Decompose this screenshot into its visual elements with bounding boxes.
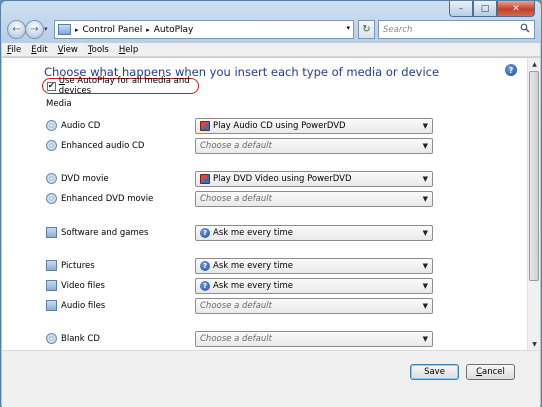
autoplay-action-dropdown[interactable]: Choose a default ▼ [195,298,433,314]
media-type-row: Software and games? Ask me every time ▼ [2,224,527,242]
media-type-row: Enhanced DVD movie Choose a default ▼ [2,190,527,208]
menu-bar: File Edit View Tools Help [2,43,540,57]
dropdown-arrow-icon[interactable]: ▼ [423,302,428,310]
use-autoplay-label[interactable]: Use AutoPlay for all media and devices [59,76,198,96]
dropdown-arrow-icon[interactable]: ▼ [423,282,428,290]
dropdown-selected-value: Choose a default [200,141,272,151]
address-dropdown-icon[interactable]: ▾ [346,24,350,32]
media-type-row: Enhanced audio CD Choose a default ▼ [2,137,527,155]
dropdown-arrow-icon[interactable]: ▼ [423,335,428,343]
dropdown-selected-value: Play DVD Video using PowerDVD [213,174,352,184]
dropdown-selected-value: Choose a default [200,334,272,344]
menu-tools[interactable]: Tools [83,45,114,55]
dropdown-arrow-icon[interactable]: ▼ [423,229,428,237]
search-input[interactable]: Search [383,25,412,35]
cancel-button[interactable]: Cancel [466,364,515,380]
dropdown-selected-value: Choose a default [200,301,272,311]
dropdown-arrow-icon[interactable]: ▼ [423,175,428,183]
breadcrumb-separator: ▸ [146,25,150,34]
enhanced-dvd-movie-icon [46,193,57,204]
navigation-bar: ← → ▾ ▸ Control Panel ▸ AutoPlay ▾ ↻ Sea… [5,19,535,41]
media-type-label: Software and games [61,228,149,238]
autoplay-action-dropdown[interactable]: Choose a default ▼ [195,331,433,347]
refresh-button[interactable]: ↻ [358,20,375,39]
media-type-row: Video files? Ask me every time ▼ [2,277,527,295]
dropdown-arrow-icon[interactable]: ▼ [423,262,428,270]
dropdown-selected-value: Ask me every time [213,261,293,271]
media-type-row: DVD movie Play DVD Video using PowerDVD ▼ [2,170,527,188]
software-games-icon [46,227,57,238]
autoplay-action-dropdown[interactable]: Play Audio CD using PowerDVD ▼ [195,118,433,134]
autoplay-action-dropdown[interactable]: ? Ask me every time ▼ [195,278,433,294]
autoplay-settings-list: Choose what happens when you insert each… [2,58,527,350]
save-button[interactable]: Save [410,364,459,380]
media-group-label: Media [46,99,72,109]
blank-cd-icon [46,333,57,344]
media-type-label: Pictures [61,261,95,271]
scroll-down-icon[interactable]: ▼ [529,338,540,350]
dvd-movie-icon [46,173,57,184]
autoplay-action-dropdown[interactable]: Play DVD Video using PowerDVD ▼ [195,171,433,187]
audio-cd-icon [46,120,57,131]
breadcrumb-separator: ▸ [75,25,79,34]
audio-files-icon [46,300,57,311]
search-icon[interactable] [520,23,530,33]
forward-button[interactable]: → [25,20,44,39]
media-type-label: Blank CD [61,334,100,344]
help-icon[interactable]: ? [505,64,517,76]
menu-edit[interactable]: Edit [26,45,52,55]
address-bar[interactable]: ▸ Control Panel ▸ AutoPlay ▾ [54,20,354,39]
dropdown-selected-value: Ask me every time [213,228,293,238]
media-type-label: Enhanced DVD movie [61,194,154,204]
menu-view[interactable]: View [53,45,83,55]
media-type-row: Audio files Choose a default ▼ [2,297,527,315]
dropdown-selected-value: Ask me every time [213,281,293,291]
use-autoplay-checkbox[interactable]: ✔ [47,81,56,91]
dropdown-arrow-icon[interactable]: ▼ [423,142,428,150]
dropdown-arrow-icon[interactable]: ▼ [423,122,428,130]
recent-pages-icon[interactable]: ▾ [44,25,48,33]
powerdvd-icon [200,121,210,131]
menu-file[interactable]: File [2,45,26,55]
use-autoplay-option[interactable]: ✔ Use AutoPlay for all media and devices [42,76,199,96]
menu-help[interactable]: Help [114,45,143,55]
dropdown-selected-value: Play Audio CD using PowerDVD [213,121,346,131]
enhanced-audio-cd-icon [46,140,57,151]
scroll-up-icon[interactable]: ▲ [529,58,540,70]
media-type-label: Enhanced audio CD [61,141,145,151]
media-type-row: Blank CD Choose a default ▼ [2,330,527,348]
ask-icon: ? [200,228,210,238]
vertical-scrollbar[interactable]: ▲ ▼ [527,58,540,350]
powerdvd-icon [200,174,210,184]
content-pane: Choose what happens when you insert each… [2,58,540,407]
maximize-button[interactable]: □ [473,1,497,17]
video-files-icon [46,280,57,291]
media-type-row: Pictures? Ask me every time ▼ [2,257,527,275]
pictures-icon [46,260,57,271]
autoplay-window: – □ ✕ ← → ▾ ▸ Control Panel ▸ AutoPlay ▾… [0,0,542,407]
breadcrumb-autoplay[interactable]: AutoPlay [154,25,194,35]
autoplay-action-dropdown[interactable]: ? Ask me every time ▼ [195,225,433,241]
search-box[interactable]: Search [378,20,535,39]
dialog-footer: Save Cancel [2,350,540,407]
dropdown-selected-value: Choose a default [200,194,272,204]
close-button[interactable]: ✕ [497,1,535,17]
back-button[interactable]: ← [7,20,26,39]
ask-icon: ? [200,261,210,271]
breadcrumb-control-panel[interactable]: Control Panel [83,25,143,35]
dropdown-arrow-icon[interactable]: ▼ [423,195,428,203]
media-type-label: DVD movie [61,174,109,184]
autoplay-action-dropdown[interactable]: ? Ask me every time ▼ [195,258,433,274]
ask-icon: ? [200,281,210,291]
autoplay-action-dropdown[interactable]: Choose a default ▼ [195,138,433,154]
media-type-row: Audio CD Play Audio CD using PowerDVD ▼ [2,117,527,135]
media-type-label: Audio CD [61,121,101,131]
caption-buttons: – □ ✕ [449,1,535,17]
minimize-button[interactable]: – [449,1,473,17]
scrollbar-thumb[interactable] [529,71,539,281]
autoplay-action-dropdown[interactable]: Choose a default ▼ [195,191,433,207]
control-panel-icon [58,24,71,35]
media-type-label: Audio files [61,301,106,311]
media-type-label: Video files [61,281,105,291]
